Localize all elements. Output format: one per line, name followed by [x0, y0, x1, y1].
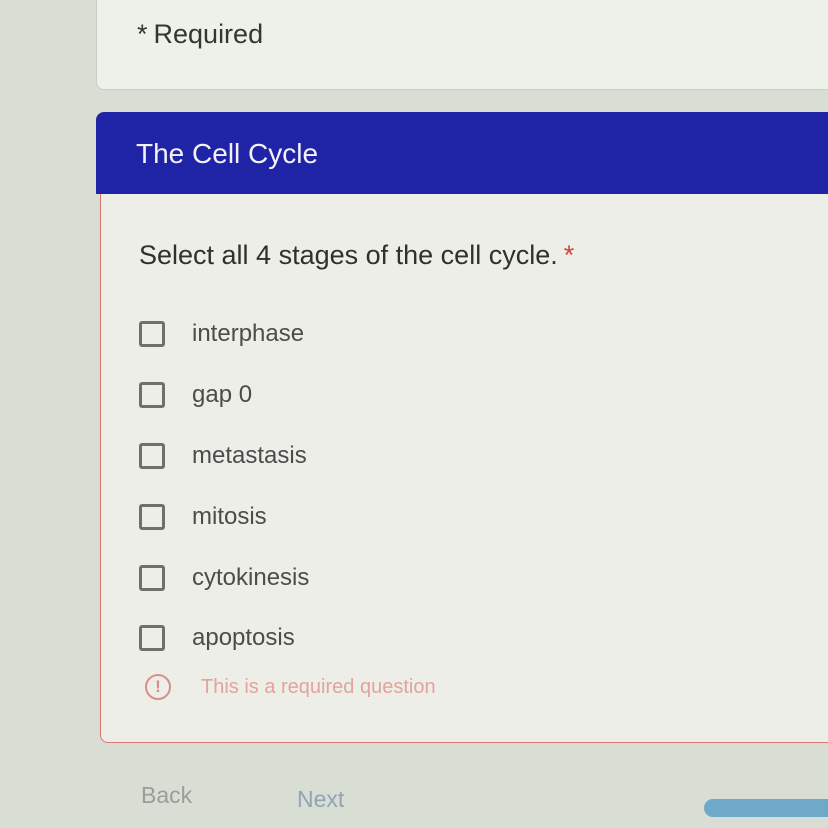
required-star: *: [137, 19, 148, 49]
option-gap-0[interactable]: gap 0: [139, 375, 252, 415]
option-interphase[interactable]: interphase: [139, 314, 304, 354]
section-title: The Cell Cycle: [136, 138, 319, 169]
required-star: *: [563, 240, 575, 270]
question-title: Select all 4 stages of the cell cycle. *: [139, 240, 574, 271]
option-label: apoptosis: [192, 624, 295, 651]
question-text: Select all 4 stages of the cell cycle.: [139, 240, 558, 270]
option-label: cytokinesis: [192, 564, 310, 591]
option-label: metastasis: [192, 442, 307, 469]
required-note: * Required: [137, 19, 263, 50]
error-icon: !: [145, 674, 171, 700]
progress-fill: [704, 799, 828, 817]
section-header: The Cell Cycle: [96, 112, 828, 194]
checkbox[interactable]: [139, 565, 165, 591]
next-button[interactable]: Next: [297, 786, 344, 813]
option-apoptosis[interactable]: apoptosis: [139, 618, 295, 658]
checkbox[interactable]: [139, 443, 165, 469]
back-button[interactable]: Back: [141, 782, 192, 809]
option-mitosis[interactable]: mitosis: [139, 497, 267, 537]
error-message: This is a required question: [201, 675, 436, 698]
option-metastasis[interactable]: metastasis: [139, 436, 307, 476]
option-label: interphase: [192, 320, 305, 347]
progress-bar: [704, 799, 828, 817]
option-label: mitosis: [192, 503, 267, 530]
checkbox[interactable]: [139, 382, 165, 408]
required-label: Required: [153, 19, 264, 49]
option-label: gap 0: [192, 381, 253, 408]
form-header-card: * Required: [96, 0, 828, 90]
checkbox[interactable]: [139, 321, 165, 347]
checkbox[interactable]: [139, 504, 165, 530]
error-message-row: ! This is a required question: [145, 674, 436, 700]
option-cytokinesis[interactable]: cytokinesis: [139, 558, 309, 598]
checkbox[interactable]: [139, 625, 165, 651]
question-card: Select all 4 stages of the cell cycle. * …: [100, 194, 828, 743]
